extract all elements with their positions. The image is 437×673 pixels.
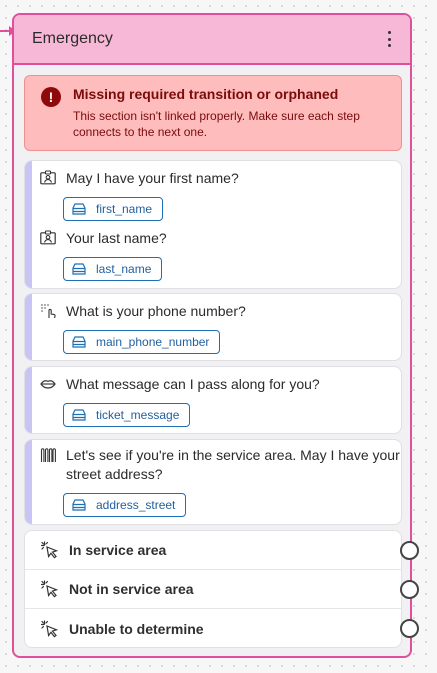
emergency-node[interactable]: Emergency ! Missing required transition … [12, 13, 419, 658]
variable-name: first_name [96, 202, 153, 216]
node-title: Emergency [32, 30, 113, 47]
question-last-name: Your last name? [40, 229, 401, 248]
step-card-phone[interactable]: What is your phone number? main_phone_nu… [24, 293, 402, 361]
variable-name: main_phone_number [96, 335, 210, 349]
address-columns-icon [40, 448, 56, 462]
step-card-names[interactable]: May I have your first name? first_name Y… [24, 160, 402, 289]
question-phone: What is your phone number? [40, 302, 401, 321]
click-pointer-icon [41, 619, 59, 638]
database-icon [72, 336, 86, 348]
alert-body: This section isn't linked properly. Make… [73, 108, 389, 140]
contact-card-icon [40, 170, 56, 185]
output-port[interactable] [400, 619, 419, 638]
transition-label: In service area [69, 542, 167, 558]
transition-label: Unable to determine [69, 620, 204, 637]
variable-name: ticket_message [96, 408, 180, 422]
alert-title: Missing required transition or orphaned [73, 86, 339, 102]
question-text: What is your phone number? [66, 303, 246, 319]
database-icon [72, 499, 86, 511]
click-pointer-icon [41, 580, 59, 598]
variable-chip-phone[interactable]: main_phone_number [63, 330, 221, 354]
alert-body-line-2: connects to the next one. [73, 125, 208, 139]
question-address: Let's see if you're in the service area.… [40, 446, 401, 484]
transitions-list: In service area Not in service area Unab… [24, 530, 419, 648]
question-text: Let's see if you're in the service area.… [66, 447, 400, 482]
variable-name: last_name [96, 262, 152, 276]
kebab-menu-icon[interactable] [384, 31, 394, 47]
step-card-message[interactable]: What message can I pass along for you? t… [24, 366, 402, 434]
output-port[interactable] [400, 580, 419, 599]
question-text: May I have your first name? [66, 170, 239, 186]
alert-body-line-1: This section isn't linked properly. Make… [73, 109, 360, 123]
step-card-address[interactable]: Let's see if you're in the service area.… [24, 439, 402, 525]
click-pointer-icon [41, 541, 59, 559]
error-icon: ! [41, 87, 61, 107]
error-alert: ! Missing required transition or orphane… [24, 75, 402, 151]
database-icon [72, 203, 86, 215]
node-header[interactable]: Emergency [14, 15, 410, 65]
contact-card-icon [40, 230, 56, 245]
output-port[interactable] [400, 541, 419, 560]
question-first-name: May I have your first name? [40, 169, 401, 188]
question-message: What message can I pass along for you? [40, 375, 401, 394]
database-icon [72, 263, 86, 275]
variable-name: address_street [96, 498, 176, 512]
transition-in-service-area[interactable]: In service area [25, 531, 419, 570]
dial-tap-icon [41, 304, 56, 319]
variable-chip-message[interactable]: ticket_message [63, 403, 191, 427]
variable-chip-first-name[interactable]: first_name [63, 197, 164, 221]
question-text: Your last name? [66, 230, 167, 246]
question-text: What message can I pass along for you? [66, 376, 320, 392]
lips-icon [40, 380, 56, 389]
transition-not-in-service-area[interactable]: Not in service area [25, 570, 419, 609]
variable-chip-last-name[interactable]: last_name [63, 257, 163, 281]
variable-chip-address[interactable]: address_street [63, 493, 187, 517]
transition-unable-to-determine[interactable]: Unable to determine [25, 609, 419, 648]
transition-label: Not in service area [69, 581, 194, 597]
database-icon [72, 409, 86, 421]
